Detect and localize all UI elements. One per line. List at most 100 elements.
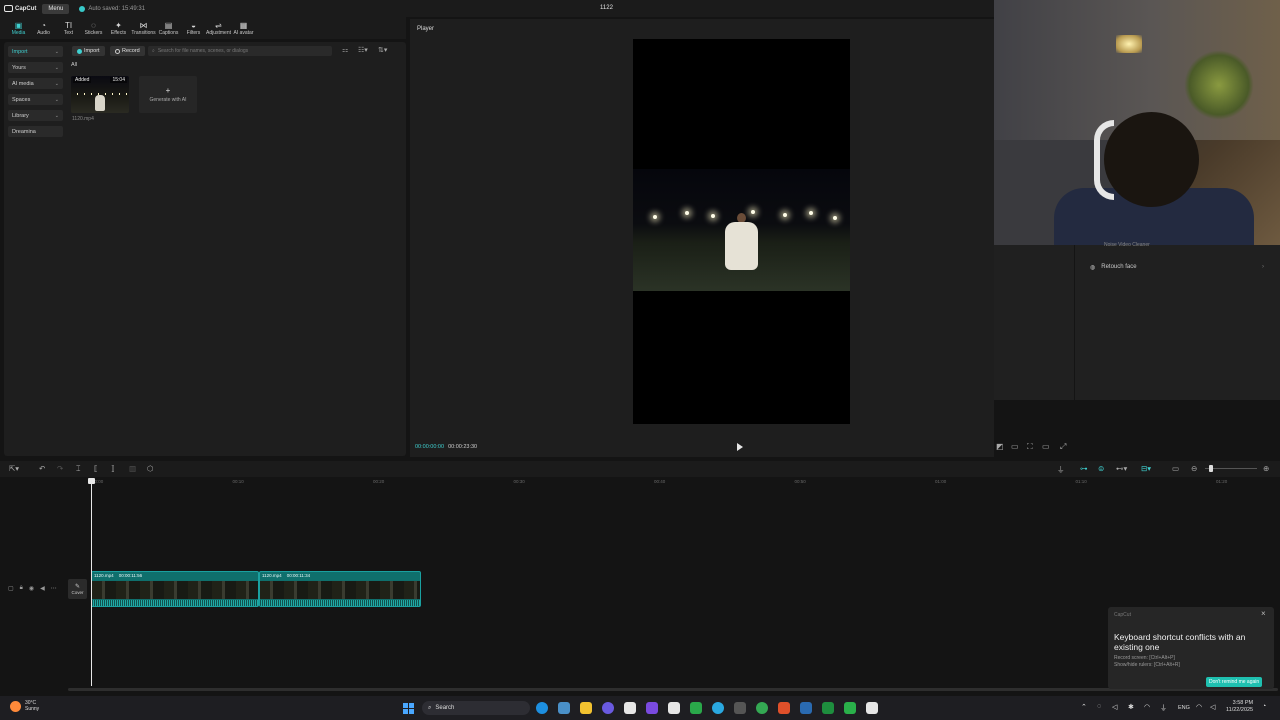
bluetooth-icon[interactable]: ✱ bbox=[1128, 703, 1134, 711]
wifi-icon[interactable]: ◠ bbox=[1196, 703, 1202, 711]
sun-icon bbox=[10, 700, 21, 712]
file-explorer-icon[interactable] bbox=[580, 702, 592, 714]
fullscreen-icon[interactable]: ⤢ bbox=[1060, 442, 1066, 452]
main-track-magnet-icon[interactable]: ⊶ bbox=[1080, 464, 1088, 473]
more-icon[interactable]: ⋯ bbox=[51, 585, 57, 592]
dont-remind-button[interactable]: Don't remind me again bbox=[1206, 677, 1263, 687]
speaker-icon[interactable]: ◀ bbox=[40, 585, 45, 592]
eye-icon[interactable]: ◉ bbox=[29, 585, 34, 592]
clock-date: 11/22/2025 bbox=[1226, 707, 1254, 713]
sidebar-item-dreamina[interactable]: Dreamina bbox=[8, 126, 63, 137]
view-mode-icon[interactable]: ☷▾ bbox=[358, 46, 368, 54]
language-indicator[interactable]: ENG bbox=[1178, 705, 1190, 711]
caption-toggle-icon[interactable]: ▭ bbox=[1172, 464, 1179, 473]
windows-start-icon[interactable] bbox=[403, 703, 414, 714]
excel-icon[interactable] bbox=[822, 702, 834, 714]
record-button[interactable]: Record bbox=[110, 46, 145, 56]
filter-all-tab[interactable]: All bbox=[71, 62, 77, 68]
text-icon: TI bbox=[64, 21, 73, 30]
network-tray-icon[interactable]: ◠ bbox=[1144, 703, 1150, 711]
security-icon[interactable]: ◌ bbox=[1097, 703, 1101, 710]
tool-ai-avatar[interactable]: ▦ AI avatar bbox=[231, 21, 256, 39]
crop-icon[interactable]: ⛶ bbox=[1027, 442, 1033, 452]
obs-icon[interactable] bbox=[734, 702, 746, 714]
cover-button[interactable]: ✎ Cover bbox=[68, 579, 87, 599]
weather-widget[interactable]: 30°C Sunny bbox=[10, 700, 39, 712]
split-icon[interactable]: ⌶ bbox=[76, 464, 81, 474]
lock-icon[interactable]: 🔒︎ bbox=[20, 585, 23, 592]
close-icon[interactable]: × bbox=[1261, 609, 1266, 618]
sidebar-item-library[interactable]: Library ⌄ bbox=[8, 110, 63, 121]
tool-captions[interactable]: ▤ Captions bbox=[156, 21, 181, 39]
filter-icon[interactable]: ⚏ bbox=[342, 46, 348, 54]
tool-filters[interactable]: ◒ Filters bbox=[181, 21, 206, 39]
toast-line-rulers: Show/hide rulers: [Ctrl+Alt+R] bbox=[1114, 661, 1180, 668]
mic-tray-icon[interactable]: ⏚ bbox=[1160, 703, 1167, 713]
microphone-icon[interactable]: ⏚ bbox=[1057, 464, 1065, 475]
capcut-app-icon[interactable] bbox=[866, 702, 878, 714]
video-clip-1[interactable]: 1120.mp4 00:00:11:56 bbox=[91, 571, 259, 607]
sidebar-item-import[interactable]: Import ⌄ bbox=[8, 46, 63, 57]
taskbar-search[interactable]: ⌕ Search bbox=[422, 701, 530, 715]
sort-icon[interactable]: ⇅▾ bbox=[378, 46, 387, 54]
tool-audio[interactable]: ◔ Audio bbox=[31, 21, 56, 39]
discord-icon[interactable] bbox=[602, 702, 614, 714]
brave-icon[interactable] bbox=[778, 702, 790, 714]
import-button[interactable]: Import bbox=[72, 46, 105, 56]
select-tool-icon[interactable]: ⇱▾ bbox=[9, 464, 19, 473]
chevron-up-icon[interactable]: ⌃ bbox=[1081, 703, 1087, 711]
marker-icon[interactable]: ⬡ bbox=[147, 464, 154, 473]
tool-media[interactable]: ▣ Media bbox=[6, 21, 31, 39]
sidebar-item-yours[interactable]: Yours ⌄ bbox=[8, 62, 63, 73]
playhead-handle[interactable] bbox=[88, 478, 95, 484]
xbox-icon[interactable] bbox=[690, 702, 702, 714]
sidebar-item-ai-media[interactable]: AI media ⌄ bbox=[8, 78, 63, 89]
tool-transitions[interactable]: ⋈ Transitions bbox=[131, 21, 156, 39]
auto-snap-icon[interactable]: ⊜ bbox=[1098, 464, 1104, 473]
play-button[interactable] bbox=[737, 443, 743, 451]
video-clip-2[interactable]: 1120.mp4 00:00:11:34 bbox=[259, 571, 421, 607]
system-clock[interactable]: 3:58 PM 11/22/2025 bbox=[1226, 700, 1253, 714]
retouch-face-item[interactable]: ◍ Retouch face › bbox=[1084, 260, 1270, 274]
zoom-in-icon[interactable]: ⊕ bbox=[1263, 464, 1269, 473]
notepad-icon[interactable] bbox=[624, 702, 636, 714]
linkage-icon[interactable]: ⊷▾ bbox=[1116, 464, 1127, 473]
duration-badge: 15:04 bbox=[110, 77, 127, 83]
generate-with-ai-tile[interactable]: + Generate with AI bbox=[139, 76, 197, 113]
aspect-icon[interactable]: ▭ bbox=[1042, 442, 1050, 451]
chrome-icon[interactable] bbox=[756, 702, 768, 714]
zoom-out-icon[interactable]: ⊖ bbox=[1191, 464, 1197, 473]
playhead-line[interactable] bbox=[91, 478, 92, 686]
menu-button[interactable]: Menu bbox=[42, 3, 70, 14]
volume-tray-icon[interactable]: ◁ bbox=[1112, 703, 1117, 711]
quality-icon[interactable]: ▭ bbox=[1011, 442, 1019, 451]
split-right-icon[interactable]: ⟧ bbox=[111, 464, 115, 473]
sidebar-item-spaces[interactable]: Spaces ⌄ bbox=[8, 94, 63, 105]
undo-icon[interactable]: ↶ bbox=[39, 464, 45, 473]
tool-effects[interactable]: ✦ Effects bbox=[106, 21, 131, 39]
gallery-icon[interactable] bbox=[558, 702, 570, 714]
notification-bell-icon[interactable]: ◔ bbox=[1262, 703, 1266, 710]
preview-axis-icon[interactable]: ⊟▾ bbox=[1141, 464, 1151, 473]
speaker-icon[interactable]: ◁ bbox=[1210, 703, 1215, 711]
tool-text[interactable]: TI Text bbox=[56, 21, 81, 39]
steam-icon[interactable] bbox=[800, 702, 812, 714]
track-checkbox-icon[interactable]: ▢ bbox=[8, 585, 14, 592]
media-search-input[interactable]: ⌕ Search for file names, scenes, or dial… bbox=[148, 46, 332, 56]
ratio-icon[interactable]: ◩ bbox=[996, 442, 1004, 451]
zoom-slider-handle[interactable] bbox=[1209, 465, 1213, 472]
capcut-taskbar-icon[interactable] bbox=[668, 702, 680, 714]
tool-stickers[interactable]: ◌ Stickers bbox=[81, 21, 106, 39]
noise-cleaner-item[interactable]: Noise Video Cleaner bbox=[1084, 242, 1270, 250]
split-left-icon[interactable]: ⟦ bbox=[94, 464, 98, 473]
media-thumbnail[interactable]: Added 15:04 bbox=[71, 76, 129, 113]
visual-studio-icon[interactable] bbox=[646, 702, 658, 714]
edge-icon[interactable] bbox=[536, 702, 548, 714]
video-preview[interactable] bbox=[633, 39, 850, 424]
timeline-scrollbar[interactable] bbox=[68, 688, 1278, 691]
delete-icon[interactable]: ▥ bbox=[129, 464, 136, 473]
telegram-icon[interactable] bbox=[712, 702, 724, 714]
redo-icon[interactable]: ↷ bbox=[57, 464, 63, 473]
tool-adjustment[interactable]: ⇌ Adjustment bbox=[206, 21, 231, 39]
sheets-icon[interactable] bbox=[844, 702, 856, 714]
